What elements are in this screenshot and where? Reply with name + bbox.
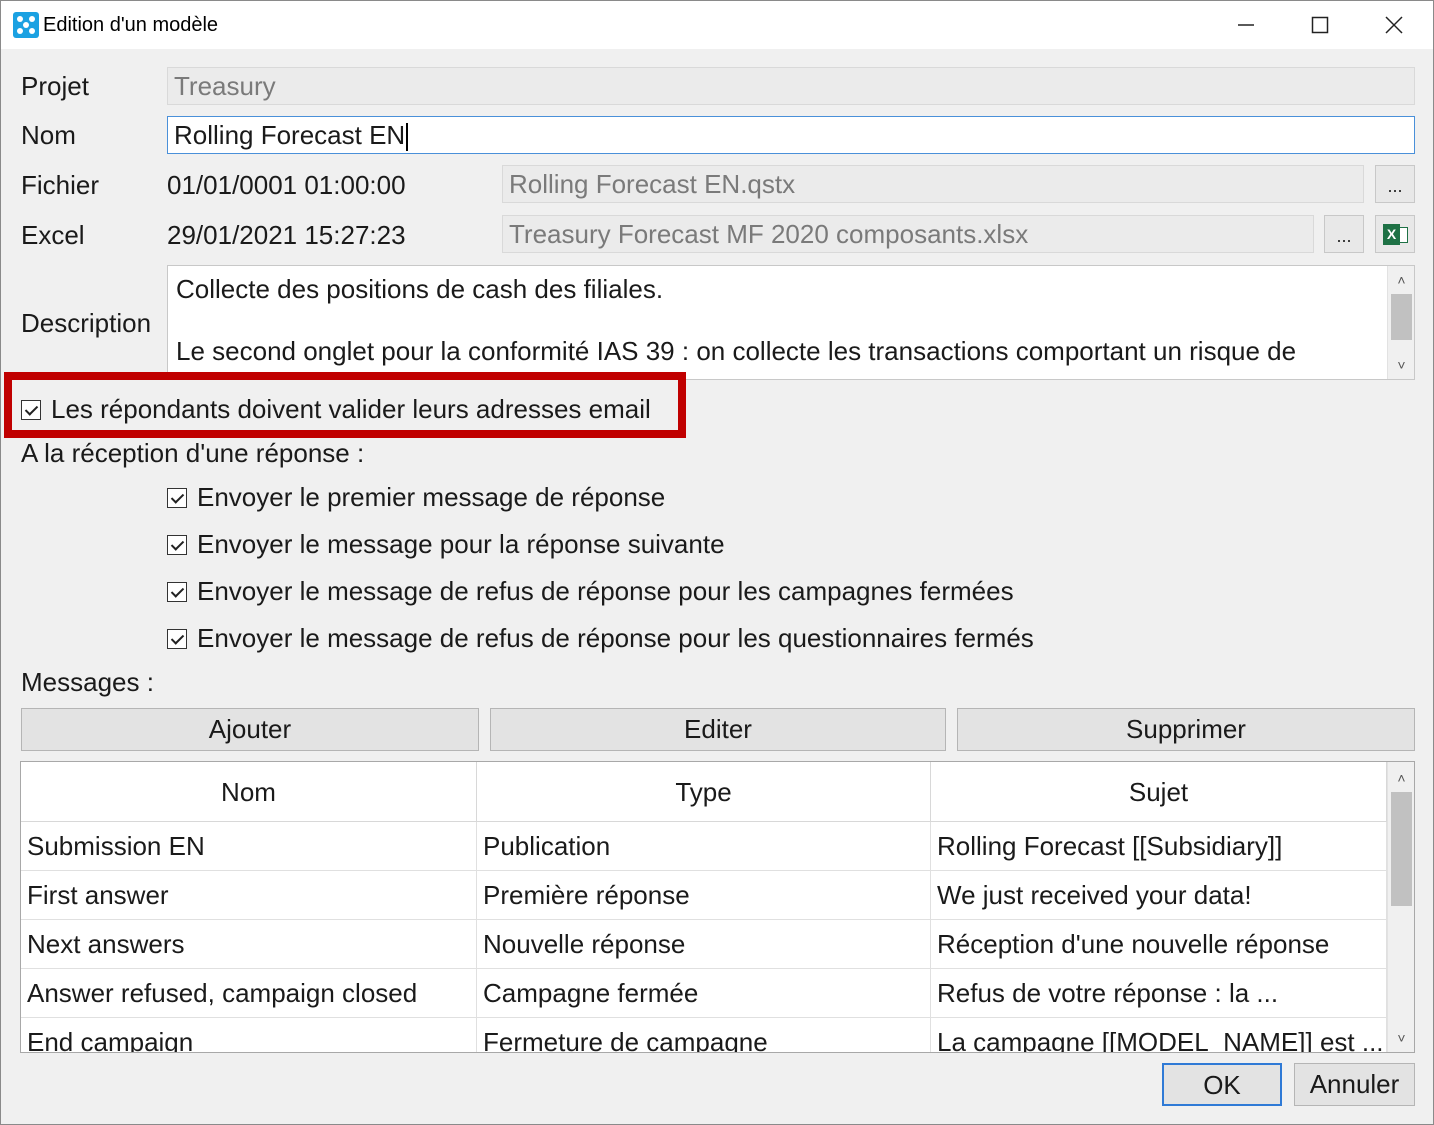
window-title: Edition d'un modèle [43, 14, 219, 36]
table-row[interactable]: End campaign Fermeture de campagne La ca… [21, 1018, 1387, 1052]
fichier-label: Fichier [21, 170, 100, 200]
open-excel-button[interactable]: X [1375, 215, 1415, 253]
checkbox-checked-icon [167, 581, 187, 602]
table-row[interactable]: First answer Première réponse We just re… [21, 871, 1387, 920]
excel-label: Excel [21, 220, 85, 250]
text-caret [406, 123, 409, 152]
table-header: Nom Type Sujet [21, 762, 1387, 822]
excel-field: Treasury Forecast MF 2020 composants.xls… [502, 215, 1314, 253]
cell-type: Fermeture de campagne [477, 1018, 931, 1052]
minimize-icon [1238, 24, 1254, 26]
nom-label: Nom [21, 120, 76, 150]
scroll-down-icon[interactable]: ˅ [1388, 353, 1414, 377]
title-bar: Edition d'un modèle [1, 1, 1433, 49]
description-text: Collecte des positions de cash des filia… [176, 274, 1297, 379]
closed-questionnaire-label: Envoyer le message de refus de réponse p… [197, 623, 1034, 653]
cell-type: Nouvelle réponse [477, 920, 931, 968]
table-row[interactable]: Next answers Nouvelle réponse Réception … [21, 920, 1387, 969]
cell-type: Campagne fermée [477, 969, 931, 1017]
description-scrollbar[interactable]: ˄ ˅ [1387, 266, 1414, 379]
close-button[interactable] [1357, 1, 1431, 49]
edit-model-dialog: Edition d'un modèle Projet Treasury Nom … [0, 0, 1434, 1125]
app-icon [13, 12, 39, 38]
cell-sujet: La campagne [[MODEL_NAME]] est ... [931, 1018, 1387, 1052]
column-header-type[interactable]: Type [477, 762, 931, 821]
checkbox-checked-icon [167, 487, 187, 508]
reception-label: A la réception d'une réponse : [21, 438, 365, 468]
table-scrollbar[interactable]: ˄ ˅ [1387, 762, 1414, 1052]
table-row[interactable]: Submission EN Publication Rolling Foreca… [21, 822, 1387, 871]
closed-questionnaire-checkbox[interactable]: Envoyer le message de refus de réponse p… [167, 623, 1034, 654]
delete-message-button[interactable]: Supprimer [957, 708, 1415, 751]
column-header-sujet[interactable]: Sujet [931, 762, 1387, 821]
minimize-button[interactable] [1209, 1, 1283, 49]
closed-campaign-label: Envoyer le message de refus de réponse p… [197, 576, 1014, 606]
next-answer-label: Envoyer le message pour la réponse suiva… [197, 529, 725, 559]
add-message-button[interactable]: Ajouter [21, 708, 479, 751]
cell-type: Première réponse [477, 871, 931, 919]
fichier-field: Rolling Forecast EN.qstx [502, 165, 1364, 203]
scroll-thumb[interactable] [1391, 294, 1412, 340]
first-answer-label: Envoyer le premier message de réponse [197, 482, 666, 512]
cell-type: Publication [477, 822, 931, 870]
projet-field: Treasury [167, 67, 1415, 105]
fichier-date: 01/01/0001 01:00:00 [167, 170, 406, 200]
fichier-browse-button[interactable]: ... [1375, 165, 1415, 203]
excel-browse-button[interactable]: ... [1324, 215, 1364, 253]
cell-sujet: Réception d'une nouvelle réponse [931, 920, 1387, 968]
red-highlight-box [4, 372, 686, 438]
excel-date: 29/01/2021 15:27:23 [167, 220, 406, 250]
description-textarea[interactable]: Collecte des positions de cash des filia… [167, 265, 1415, 380]
cell-nom: End campaign [21, 1018, 477, 1052]
next-answer-checkbox[interactable]: Envoyer le message pour la réponse suiva… [167, 529, 725, 560]
scroll-down-icon[interactable]: ˅ [1388, 1026, 1414, 1050]
excel-icon: X [1383, 224, 1400, 245]
maximize-button[interactable] [1283, 1, 1357, 49]
checkbox-checked-icon [167, 628, 187, 649]
projet-label: Projet [21, 71, 89, 101]
edit-message-button[interactable]: Editer [490, 708, 946, 751]
messages-table: Nom Type Sujet Submission EN Publication… [20, 761, 1415, 1053]
nom-input[interactable]: Rolling Forecast EN [167, 116, 1415, 154]
table-row[interactable]: Answer refused, campaign closed Campagne… [21, 969, 1387, 1018]
scroll-thumb[interactable] [1391, 792, 1412, 906]
column-header-nom[interactable]: Nom [21, 762, 477, 821]
checkbox-checked-icon [167, 534, 187, 555]
cell-sujet: Refus de votre réponse : la ... [931, 969, 1387, 1017]
messages-label: Messages : [21, 667, 154, 697]
cell-sujet: We just received your data! [931, 871, 1387, 919]
cell-nom: Submission EN [21, 822, 477, 870]
cell-nom: First answer [21, 871, 477, 919]
nom-input-value: Rolling Forecast EN [174, 120, 406, 150]
cell-sujet: Rolling Forecast [[Subsidiary]] [931, 822, 1387, 870]
ok-button[interactable]: OK [1162, 1063, 1282, 1106]
first-answer-checkbox[interactable]: Envoyer le premier message de réponse [167, 482, 665, 513]
cell-nom: Answer refused, campaign closed [21, 969, 477, 1017]
maximize-icon [1311, 16, 1329, 34]
closed-campaign-checkbox[interactable]: Envoyer le message de refus de réponse p… [167, 576, 1014, 607]
scroll-up-icon[interactable]: ˄ [1388, 268, 1414, 292]
cancel-button[interactable]: Annuler [1294, 1063, 1415, 1106]
description-label: Description [21, 308, 152, 338]
scroll-up-icon[interactable]: ˄ [1388, 766, 1414, 790]
cell-nom: Next answers [21, 920, 477, 968]
close-icon [1385, 16, 1403, 34]
